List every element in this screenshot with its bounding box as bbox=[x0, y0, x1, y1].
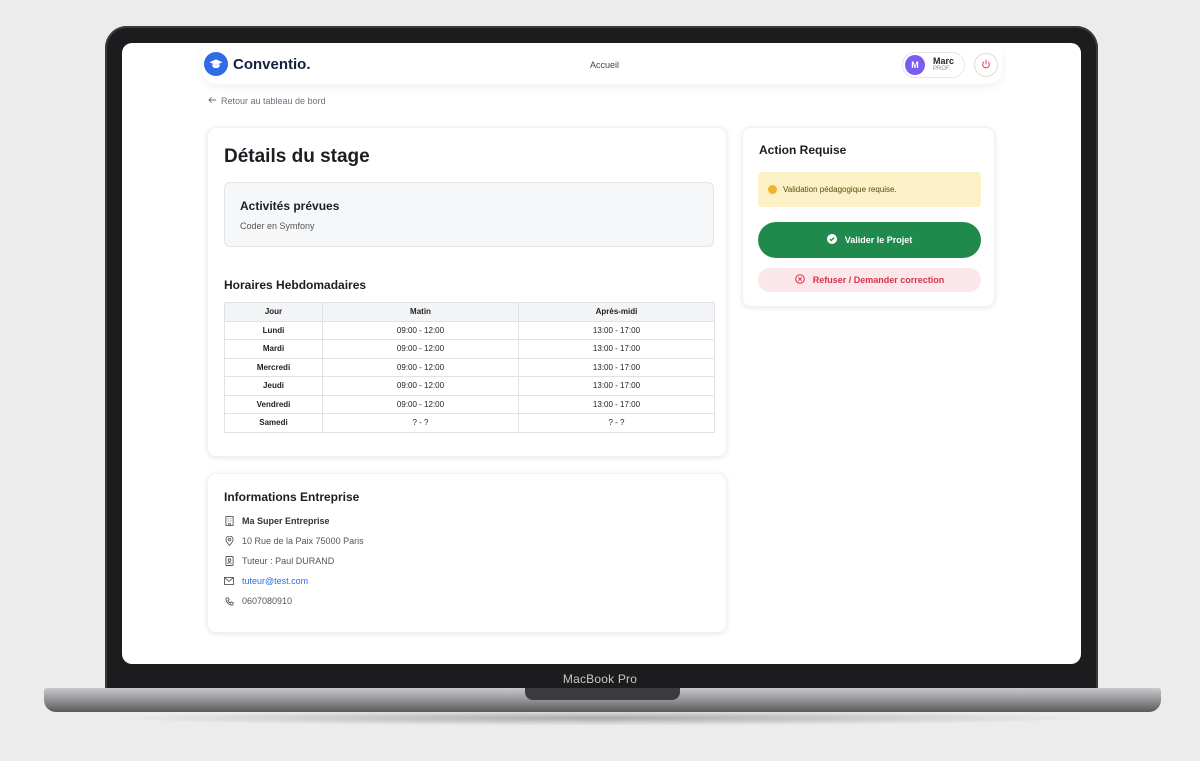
action-required-card: Action Requise Validation pédagogique re… bbox=[742, 127, 995, 307]
action-title: Action Requise bbox=[759, 143, 847, 157]
cell-day: Mardi bbox=[224, 339, 323, 359]
tutor-email-link[interactable]: tuteur@test.com bbox=[242, 576, 308, 586]
cell-morning: 09:00 - 12:00 bbox=[322, 320, 519, 340]
top-navbar: Conventio. Accueil M Marc PROF. bbox=[202, 46, 1002, 84]
id-badge-icon bbox=[224, 556, 234, 566]
tutor-row: Tuteur : Paul DURAND bbox=[224, 556, 334, 566]
table-row: Jeudi 09:00 - 12:00 13:00 - 17:00 bbox=[224, 376, 715, 396]
cell-day: Samedi bbox=[224, 413, 323, 433]
laptop-shadow bbox=[100, 710, 1100, 726]
phone-row: 0607080910 bbox=[224, 596, 292, 606]
map-pin-icon bbox=[224, 536, 234, 546]
cell-afternoon: 13:00 - 17:00 bbox=[518, 394, 715, 414]
cell-morning: 09:00 - 12:00 bbox=[322, 376, 519, 396]
cell-afternoon: 13:00 - 17:00 bbox=[518, 339, 715, 359]
activities-title: Activités prévues bbox=[240, 199, 340, 213]
validate-project-button[interactable]: Valider le Projet bbox=[758, 222, 981, 258]
screen: Conventio. Accueil M Marc PROF. Retour a… bbox=[122, 43, 1081, 664]
cell-afternoon: 13:00 - 17:00 bbox=[518, 320, 715, 340]
column-header-morning: Matin bbox=[322, 302, 519, 322]
cell-day: Jeudi bbox=[224, 376, 323, 396]
validate-label: Valider le Projet bbox=[844, 235, 913, 245]
phone-icon bbox=[224, 596, 234, 606]
laptop-notch bbox=[525, 688, 680, 700]
company-name-row: Ma Super Entreprise bbox=[224, 516, 330, 526]
cell-afternoon: ? - ? bbox=[518, 413, 715, 433]
company-info-card: Informations Entreprise Ma Super Entrepr… bbox=[207, 473, 727, 633]
logout-button[interactable] bbox=[974, 53, 998, 77]
cell-day: Mercredi bbox=[224, 357, 323, 377]
table-header-row: Jour Matin Après-midi bbox=[224, 302, 715, 322]
graduation-cap-icon[interactable] bbox=[204, 52, 228, 76]
page-title: Détails du stage bbox=[224, 146, 370, 167]
refuse-request-correction-button[interactable]: Refuser / Demander correction bbox=[758, 268, 981, 292]
column-header-day: Jour bbox=[224, 302, 323, 322]
arrow-left-icon bbox=[208, 96, 217, 106]
power-icon bbox=[981, 56, 991, 74]
column-header-afternoon: Après-midi bbox=[518, 302, 715, 322]
table-row: Mercredi 09:00 - 12:00 13:00 - 17:00 bbox=[224, 357, 715, 377]
company-address: 10 Rue de la Paix 75000 Paris bbox=[242, 536, 364, 546]
x-circle-icon bbox=[794, 274, 805, 286]
alert-text: Validation pédagogique requise. bbox=[783, 185, 897, 194]
cell-morning: 09:00 - 12:00 bbox=[322, 339, 519, 359]
avatar: M bbox=[905, 55, 925, 75]
back-to-dashboard-link[interactable]: Retour au tableau de bord bbox=[208, 96, 326, 106]
company-phone: 0607080910 bbox=[242, 596, 293, 606]
cell-day: Vendredi bbox=[224, 394, 323, 414]
table-row: Lundi 09:00 - 12:00 13:00 - 17:00 bbox=[224, 320, 715, 340]
refuse-label: Refuser / Demander correction bbox=[812, 275, 945, 285]
user-menu[interactable]: M Marc PROF. bbox=[902, 52, 965, 78]
company-name: Ma Super Entreprise bbox=[242, 516, 330, 526]
validation-alert: Validation pédagogique requise. bbox=[758, 172, 981, 207]
cell-afternoon: 13:00 - 17:00 bbox=[518, 357, 715, 377]
tutor-name: Tuteur : Paul DURAND bbox=[242, 556, 335, 566]
nav-link-home[interactable]: Accueil bbox=[590, 60, 619, 70]
building-icon bbox=[224, 516, 234, 526]
address-row: 10 Rue de la Paix 75000 Paris bbox=[224, 536, 364, 546]
cell-day: Lundi bbox=[224, 320, 323, 340]
cell-morning: 09:00 - 12:00 bbox=[322, 394, 519, 414]
check-circle-icon bbox=[826, 234, 837, 246]
table-row: Vendredi 09:00 - 12:00 13:00 - 17:00 bbox=[224, 394, 715, 414]
user-role: PROF. bbox=[933, 66, 951, 72]
warning-dot-icon bbox=[768, 185, 777, 194]
back-link-label: Retour au tableau de bord bbox=[221, 96, 326, 106]
envelope-icon bbox=[224, 576, 234, 586]
activities-box: Activités prévues Coder en Symfony bbox=[224, 182, 714, 247]
table-row: Mardi 09:00 - 12:00 13:00 - 17:00 bbox=[224, 339, 715, 359]
activities-text: Coder en Symfony bbox=[240, 221, 315, 231]
company-section-title: Informations Entreprise bbox=[224, 490, 360, 504]
user-name: Marc bbox=[933, 56, 955, 66]
schedule-title: Horaires Hebdomadaires bbox=[224, 278, 367, 292]
cell-morning: 09:00 - 12:00 bbox=[322, 357, 519, 377]
device-label: MacBook Pro bbox=[562, 672, 638, 686]
schedule-table: Jour Matin Après-midi Lundi 09:00 - 12:0… bbox=[224, 302, 715, 433]
email-row: tuteur@test.com bbox=[224, 576, 308, 586]
cell-afternoon: 13:00 - 17:00 bbox=[518, 376, 715, 396]
brand-name[interactable]: Conventio. bbox=[233, 56, 311, 73]
internship-details-card: Détails du stage Activités prévues Coder… bbox=[207, 127, 727, 457]
table-row: Samedi ? - ? ? - ? bbox=[224, 413, 715, 433]
cell-morning: ? - ? bbox=[322, 413, 519, 433]
